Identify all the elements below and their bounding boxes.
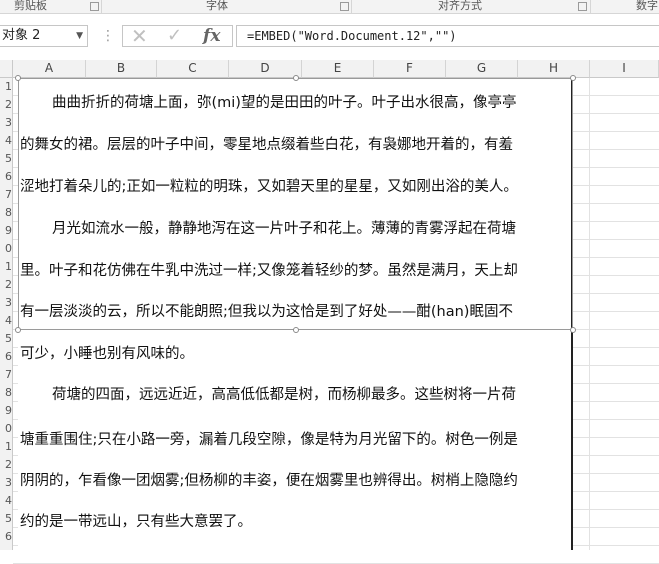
row-header[interactable]: 1	[0, 438, 13, 456]
document-text-line: 里。叶子和花仿佛在牛乳中洗过一样;又像笼着轻纱的梦。虽然是满月，天上却	[20, 263, 518, 279]
row-header[interactable]: 8	[0, 204, 13, 222]
resize-handle[interactable]	[293, 327, 299, 333]
resize-handle[interactable]	[570, 327, 576, 333]
embed-border	[571, 78, 573, 550]
ribbon-group-font: 字体	[206, 0, 228, 12]
ribbon-group-number: 数字	[636, 0, 658, 12]
ribbon-separator	[351, 0, 352, 13]
ribbon-group-alignment: 对齐方式	[438, 0, 482, 12]
row-header[interactable]: 9	[0, 402, 13, 420]
row-header[interactable]: 2	[0, 276, 13, 294]
ribbon-separator	[590, 0, 591, 13]
formula-bar: 对象 2 ▼ ⋮ ✕ ✓ fx =EMBED("Word.Document.12…	[0, 14, 659, 60]
row-header[interactable]: 3	[0, 114, 13, 132]
row-header[interactable]: 9	[0, 222, 13, 240]
row-header[interactable]: 4	[0, 312, 13, 330]
row-header[interactable]: 6	[0, 168, 13, 186]
column-header-e[interactable]: E	[302, 60, 374, 78]
row-header[interactable]: 7	[0, 546, 13, 550]
document-text-line: 阴阴的，乍看像一团烟雾;但杨柳的丰姿，便在烟雾里也辨得出。树梢上隐隐约	[20, 473, 518, 489]
column-header-f[interactable]: F	[374, 60, 446, 78]
enter-icon[interactable]: ✓	[167, 26, 182, 46]
row-header[interactable]: 7	[0, 366, 13, 384]
row-header[interactable]: 0	[0, 420, 13, 438]
alignment-launcher-icon[interactable]: ⌟	[578, 2, 587, 11]
document-text-line: 有一层淡淡的云，所以不能朗照;但我以为这恰是到了好处——酣(han)眠固不	[20, 304, 513, 320]
document-text-line: 曲曲折折的荷塘上面，弥(mi)望的是田田的叶子。叶子出水很高，像亭亭	[52, 95, 517, 111]
ribbon-separator	[101, 0, 102, 13]
document-text-line: 的舞女的裙。层层的叶子中间，零星地点缀着些白花，有袅娜地开着的，有羞	[20, 137, 513, 153]
name-box[interactable]: 对象 2 ▼	[0, 25, 88, 47]
row-header[interactable]: 0	[0, 240, 13, 258]
insert-function-icon[interactable]: fx	[203, 26, 220, 46]
row-header[interactable]: 3	[0, 474, 13, 492]
row-header[interactable]: 6	[0, 528, 13, 546]
row-header[interactable]: 5	[0, 330, 13, 348]
row-header[interactable]: 4	[0, 132, 13, 150]
column-header-i[interactable]: I	[590, 60, 659, 78]
ribbon-group-clipboard: 剪贴板	[14, 0, 47, 12]
document-text-line: 塘重重围住;只在小路一旁，漏着几段空隙，像是特为月光留下的。树色一例是	[20, 432, 518, 448]
row-header[interactable]: 1	[0, 78, 13, 96]
resize-handle[interactable]	[570, 75, 576, 81]
formula-input[interactable]: =EMBED("Word.Document.12","")	[236, 25, 659, 47]
formula-buttons: ✕ ✓ fx	[122, 25, 233, 47]
resize-handle[interactable]	[15, 75, 21, 81]
gridline-vertical	[589, 78, 590, 550]
row-header[interactable]: 1	[0, 258, 13, 276]
document-text-line: 月光如流水一般，静静地泻在这一片叶子和花上。薄薄的青雾浮起在荷塘	[52, 221, 516, 237]
row-header[interactable]: 2	[0, 456, 13, 474]
column-header-b[interactable]: B	[86, 60, 157, 78]
document-text-line: 荷塘的四面，远远近近，高高低低都是树，而杨柳最多。这些树将一片荷	[52, 387, 516, 403]
column-header-h[interactable]: H	[518, 60, 590, 78]
column-header-d[interactable]: D	[229, 60, 302, 78]
clipboard-launcher-icon[interactable]: ⌟	[90, 2, 99, 11]
document-text-line: 涩地打着朵儿的;正如一粒粒的明珠，又如碧天里的星星，又如刚出浴的美人。	[20, 179, 518, 195]
name-box-value: 对象 2	[2, 28, 41, 43]
row-header[interactable]: 3	[0, 294, 13, 312]
document-text-line: 可少，小睡也别有风味的。	[20, 346, 194, 362]
font-launcher-icon[interactable]: ⌟	[340, 2, 349, 11]
row-header[interactable]: 4	[0, 492, 13, 510]
formula-bar-grip-icon[interactable]: ⋮	[101, 26, 115, 46]
row-header[interactable]: 8	[0, 384, 13, 402]
name-box-dropdown-icon[interactable]: ▼	[76, 26, 83, 46]
cancel-icon[interactable]: ✕	[131, 26, 148, 46]
select-all-corner[interactable]	[0, 60, 13, 78]
ribbon-group-labels: 剪贴板 ⌟ 字体 ⌟ 对齐方式 ⌟ 数字	[0, 0, 659, 14]
document-text-line: 约的是一带远山，只有些大意罢了。	[20, 514, 252, 530]
row-header[interactable]: 5	[0, 510, 13, 528]
row-header[interactable]: 7	[0, 186, 13, 204]
row-header[interactable]: 6	[0, 348, 13, 366]
column-header-a[interactable]: A	[13, 60, 86, 78]
column-header-g[interactable]: G	[446, 60, 518, 78]
resize-handle[interactable]	[15, 327, 21, 333]
resize-handle[interactable]	[293, 75, 299, 81]
row-header[interactable]: 2	[0, 96, 13, 114]
row-header[interactable]: 5	[0, 150, 13, 168]
column-header-c[interactable]: C	[157, 60, 229, 78]
